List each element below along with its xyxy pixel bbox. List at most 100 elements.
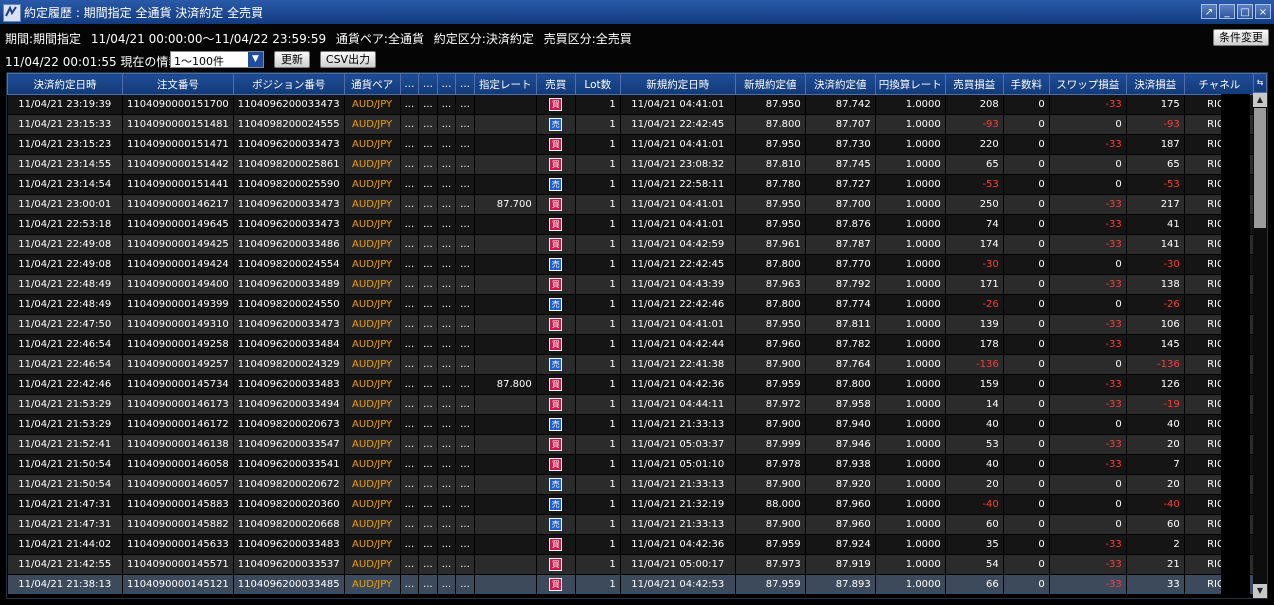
- table-row[interactable]: 11/04/21 22:49:08 1104090000149425 1104096…: [7, 234, 1255, 255]
- buy-badge: 買: [549, 318, 563, 331]
- table-row[interactable]: 11/04/21 23:19:39 1104090000151700 1104096…: [7, 94, 1255, 115]
- cell-collapsed: ...: [455, 154, 475, 175]
- scroll-down-icon[interactable]: ▼: [1253, 584, 1267, 598]
- cell-lot: 1: [575, 154, 621, 175]
- cell-swap-pl: 0: [1049, 514, 1127, 535]
- cell-close-price: 87.742: [805, 94, 876, 115]
- col-collapsed-1[interactable]: ...: [399, 73, 420, 95]
- cell-fee: 0: [1003, 514, 1050, 535]
- table-row[interactable]: 11/04/21 23:15:23 1104090000151471 1104096…: [7, 134, 1255, 155]
- table-row[interactable]: 11/04/21 23:14:55 1104090000151442 1104098…: [7, 154, 1255, 175]
- cell-trade-pl: 178: [945, 334, 1004, 355]
- col-channel[interactable]: チャネル: [1183, 73, 1255, 95]
- cell-collapsed: ...: [418, 334, 438, 355]
- cell-settle-pl: 138: [1126, 274, 1185, 295]
- cell-position-no: 1104096200033473: [233, 134, 345, 155]
- cell-collapsed: ...: [455, 114, 475, 135]
- cell-specified-rate: [474, 534, 537, 555]
- column-chooser-icon[interactable]: ⇆: [1253, 73, 1267, 93]
- cell-jpy-rate: 1.0000: [875, 274, 946, 295]
- cell-fee: 0: [1003, 434, 1050, 455]
- table-row[interactable]: 11/04/21 22:46:54 1104090000149258 1104096…: [7, 334, 1255, 355]
- col-currency-pair[interactable]: 通貨ペア: [343, 73, 401, 95]
- col-position-no[interactable]: ポジション番号: [232, 73, 345, 95]
- table-row[interactable]: 11/04/21 21:42:55 1104090000145571 1104096…: [7, 554, 1255, 575]
- col-settle-pl[interactable]: 決済損益: [1125, 73, 1185, 95]
- col-close-datetime[interactable]: 決済約定日時: [7, 73, 123, 95]
- cell-collapsed: ...: [455, 514, 475, 535]
- cell-settle-pl: 106: [1126, 314, 1185, 335]
- col-open-datetime[interactable]: 新規約定日時: [619, 73, 736, 95]
- maximize-button[interactable]: □: [1237, 4, 1253, 19]
- table-row[interactable]: 11/04/21 21:52:41 1104090000146138 1104096…: [7, 434, 1255, 455]
- scroll-up-icon[interactable]: ▲: [1253, 93, 1267, 107]
- cell-position-no: 1104096200033485: [233, 574, 345, 595]
- sell-badge: 売: [549, 178, 563, 191]
- cell-open-price: 87.780: [735, 174, 806, 195]
- table-row[interactable]: 11/04/21 23:14:54 1104090000151441 1104098…: [7, 174, 1255, 195]
- col-jpy-rate[interactable]: 円換算レート: [874, 73, 946, 95]
- cell-settle-pl: 20: [1126, 434, 1185, 455]
- table-row[interactable]: 11/04/21 21:50:54 1104090000146057 1104098…: [7, 474, 1255, 495]
- change-conditions-button[interactable]: 条件変更: [1213, 29, 1269, 46]
- cell-collapsed: ...: [437, 554, 457, 575]
- scroll-thumb[interactable]: [1254, 108, 1266, 228]
- col-collapsed-4[interactable]: ...: [455, 73, 475, 95]
- cell-close-datetime: 11/04/21 23:14:54: [7, 174, 123, 195]
- side-filter: 売買区分:全売買: [543, 32, 632, 46]
- range-select[interactable]: 1〜100件 ▼: [170, 51, 264, 68]
- table-row[interactable]: 11/04/21 21:53:29 1104090000146172 1104098…: [7, 414, 1255, 435]
- col-close-price[interactable]: 決済約定値: [804, 73, 876, 95]
- cell-collapsed: ...: [455, 274, 475, 295]
- table-row[interactable]: 11/04/21 23:00:01 1104090000146217 1104096…: [7, 194, 1255, 215]
- close-button[interactable]: ×: [1255, 4, 1271, 19]
- col-collapsed-2[interactable]: ...: [418, 73, 438, 95]
- table-row[interactable]: 11/04/21 22:53:18 1104090000149645 1104096…: [7, 214, 1255, 235]
- cell-collapsed: ...: [437, 154, 457, 175]
- csv-export-button[interactable]: CSV出力: [320, 51, 376, 68]
- col-collapsed-3[interactable]: ...: [436, 73, 457, 95]
- col-trade-pl[interactable]: 売買損益: [944, 73, 1004, 95]
- col-lot[interactable]: Lot数: [574, 73, 621, 95]
- table-row[interactable]: 11/04/21 21:50:54 1104090000146058 1104096…: [7, 454, 1255, 475]
- col-swap-pl[interactable]: スワップ損益: [1048, 73, 1127, 95]
- col-fee[interactable]: 手数料: [1002, 73, 1050, 95]
- cell-close-datetime: 11/04/21 23:15:23: [7, 134, 123, 155]
- cell-side: 売: [536, 474, 576, 495]
- cell-side: 買: [536, 554, 576, 575]
- table-row[interactable]: 11/04/21 22:46:54 1104090000149257 1104098…: [7, 354, 1255, 375]
- table-row[interactable]: 11/04/21 21:38:13 1104090000145121 1104096…: [7, 574, 1255, 595]
- table-row[interactable]: 11/04/21 21:53:29 1104090000146173 1104096…: [7, 394, 1255, 415]
- table-row[interactable]: 11/04/21 21:47:31 1104090000145882 1104098…: [7, 514, 1255, 535]
- col-order-no[interactable]: 注文番号: [122, 73, 234, 95]
- cell-settle-pl: 33: [1126, 574, 1185, 595]
- table-row[interactable]: 11/04/21 22:48:49 1104090000149400 1104096…: [7, 274, 1255, 295]
- col-specified-rate[interactable]: 指定レート: [473, 73, 537, 95]
- cell-swap-pl: 0: [1049, 154, 1127, 175]
- buy-badge: 買: [549, 338, 563, 351]
- cell-specified-rate: [474, 214, 537, 235]
- table-row[interactable]: 11/04/21 21:44:02 1104090000145633 1104096…: [7, 534, 1255, 555]
- cell-trade-pl: 139: [945, 314, 1004, 335]
- popout-icon[interactable]: ↗: [1201, 4, 1217, 19]
- cell-collapsed: ...: [400, 434, 420, 455]
- cell-open-price: 87.810: [735, 154, 806, 175]
- col-open-price[interactable]: 新規約定値: [734, 73, 806, 95]
- cell-trade-pl: 74: [945, 214, 1004, 235]
- col-side[interactable]: 売買: [535, 73, 576, 95]
- table-row[interactable]: 11/04/21 23:15:33 1104090000151481 1104098…: [7, 114, 1255, 135]
- cell-fee: 0: [1003, 294, 1050, 315]
- table-row[interactable]: 11/04/21 22:48:49 1104090000149399 1104098…: [7, 294, 1255, 315]
- vertical-scrollbar[interactable]: ▲ ▼: [1253, 93, 1267, 598]
- minimize-button[interactable]: _: [1219, 4, 1235, 19]
- table-row[interactable]: 11/04/21 22:47:50 1104090000149310 1104096…: [7, 314, 1255, 335]
- cell-specified-rate: [474, 334, 537, 355]
- update-button[interactable]: 更新: [274, 51, 310, 68]
- cell-position-no: 1104098200020673: [233, 414, 345, 435]
- table-row[interactable]: 11/04/21 22:49:08 1104090000149424 1104098…: [7, 254, 1255, 275]
- table-row[interactable]: 11/04/21 22:42:46 1104090000145734 1104096…: [7, 374, 1255, 395]
- cell-swap-pl: -33: [1049, 574, 1127, 595]
- cell-collapsed: ...: [400, 534, 420, 555]
- table-row[interactable]: 11/04/21 21:47:31 1104090000145883 1104098…: [7, 494, 1255, 515]
- chevron-down-icon[interactable]: ▼: [248, 52, 263, 67]
